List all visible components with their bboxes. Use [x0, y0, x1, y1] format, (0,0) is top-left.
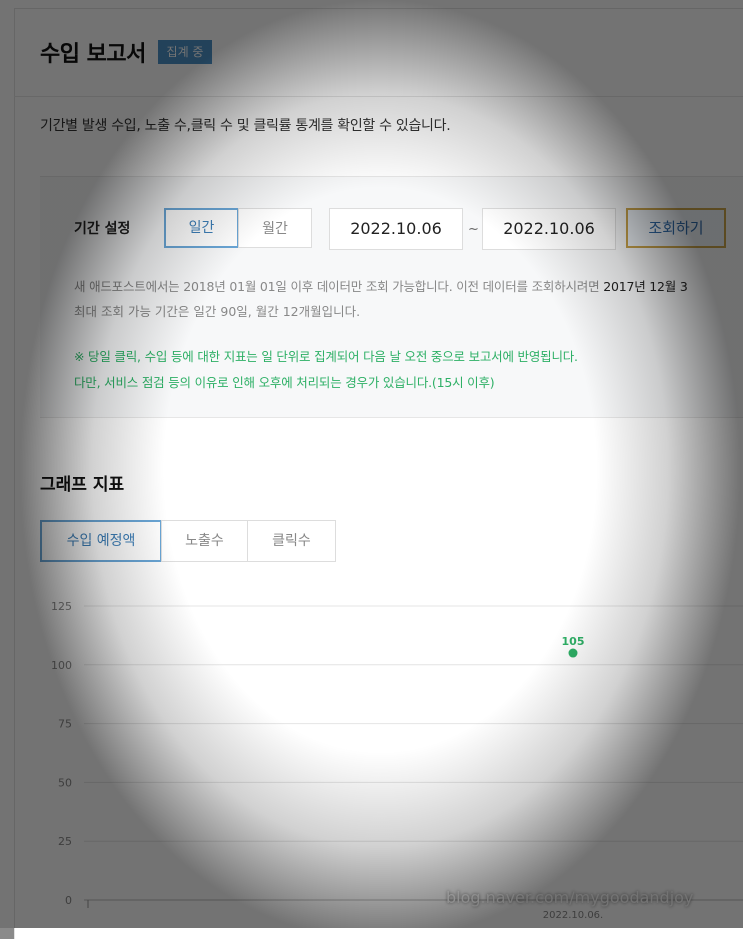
page-description: 기간별 발생 수입, 노출 수,클릭 수 및 클릭률 통계를 확인할 수 있습니… [40, 118, 451, 134]
y-tick-label: 100 [51, 659, 72, 672]
x-tick-label: 2022.10.06. [543, 910, 603, 921]
data-range-note: 새 애드포스트에서는 2018년 01월 01일 이후 데이터만 조회 가능합니… [74, 279, 688, 294]
y-tick-label: 0 [65, 894, 72, 907]
tab-revenue[interactable]: 수입 예정액 [40, 520, 162, 562]
max-period-note: 최대 조회 가능 기간은 일간 90일, 월간 12개월입니다. [74, 304, 361, 319]
date-separator: ~ [468, 222, 479, 237]
divider [14, 96, 743, 97]
period-monthly-button[interactable]: 월간 [238, 208, 312, 248]
search-button[interactable]: 조회하기 [626, 208, 726, 248]
y-tick-label: 125 [51, 600, 72, 613]
page: 수입 보고서 집계 중 기간별 발생 수입, 노출 수,클릭 수 및 클릭률 통… [0, 0, 743, 939]
revenue-chart: 125 100 75 50 25 0 105 2022.10.06. [51, 600, 743, 921]
period-label: 기간 설정 [74, 221, 131, 237]
status-badge: 집계 중 [158, 40, 212, 64]
watermark: blog.naver.com/mygoodandjoy [446, 888, 694, 907]
page-title: 수입 보고서 [40, 42, 146, 67]
data-label: 105 [562, 635, 585, 648]
aggregation-note: ※ 당일 클릭, 수입 등에 대한 지표는 일 단위로 집계되어 다음 날 오전… [74, 349, 578, 364]
tab-impressions[interactable]: 노출수 [161, 520, 248, 562]
data-point[interactable] [568, 648, 578, 658]
tab-clicks[interactable]: 클릭수 [247, 520, 336, 562]
processing-note: 다만, 서비스 점검 등의 이유로 인해 오후에 처리되는 경우가 있습니다.(… [74, 375, 495, 390]
graph-title: 그래프 지표 [40, 475, 125, 495]
y-tick-label: 50 [58, 776, 72, 789]
y-tick-label: 25 [58, 835, 72, 848]
end-date-input[interactable]: 2022.10.06 [482, 208, 616, 250]
start-date-input[interactable]: 2022.10.06 [329, 208, 463, 250]
period-daily-button[interactable]: 일간 [164, 208, 239, 248]
y-tick-label: 75 [58, 718, 72, 731]
